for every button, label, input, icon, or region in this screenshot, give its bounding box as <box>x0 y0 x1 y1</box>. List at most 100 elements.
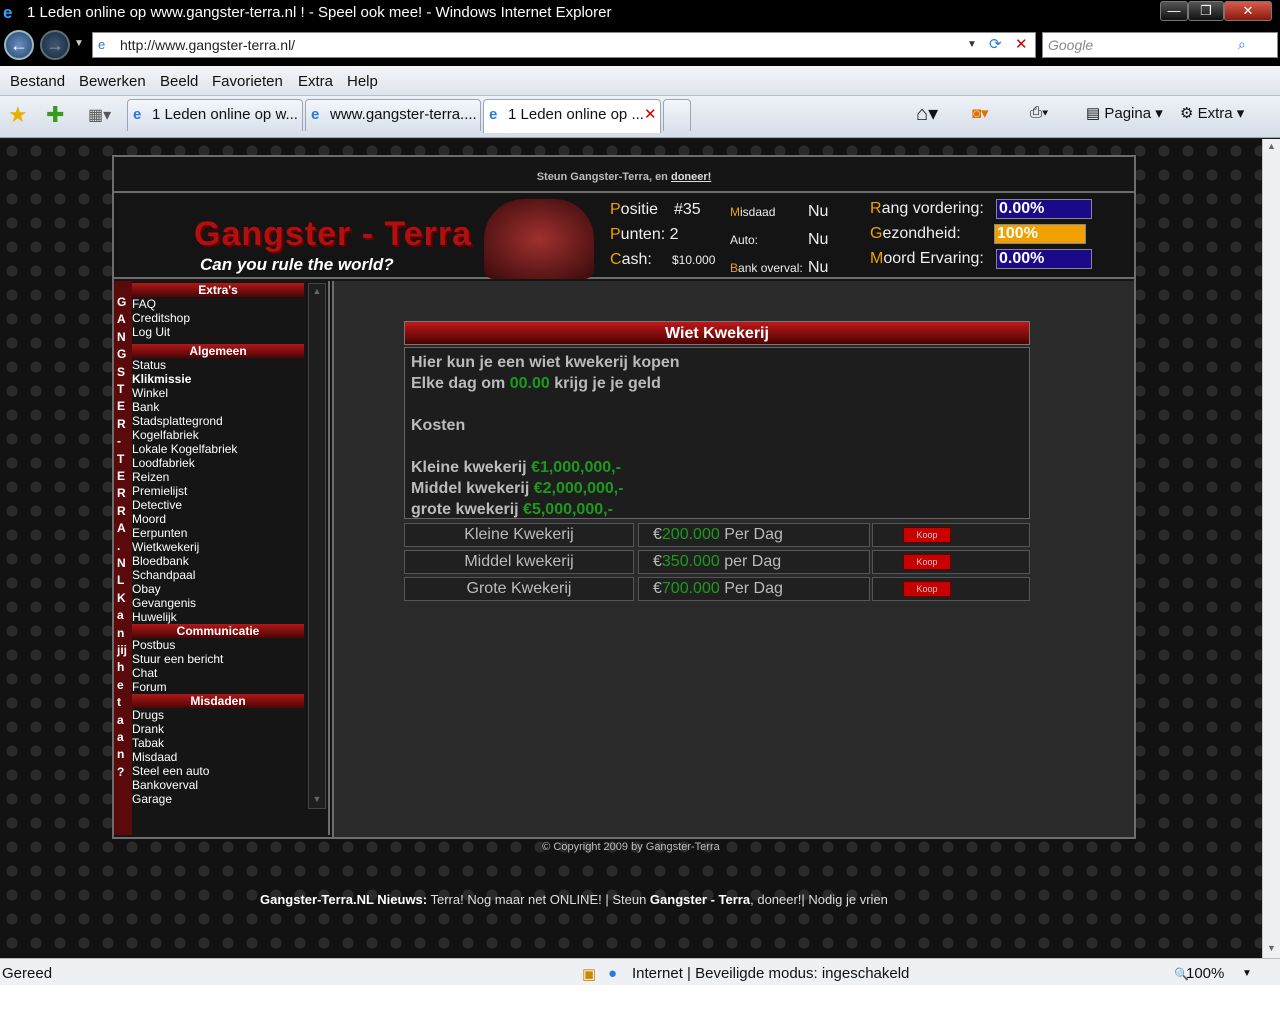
tab-3[interactable]: e 1 Leden online op ... ✕ <box>483 99 661 133</box>
sidebar-cat-misdaden: Misdaden <box>132 694 304 708</box>
tab-2-label: www.gangster-terra.... <box>330 106 477 123</box>
punten-stat: Punten: 2 <box>610 226 679 243</box>
favorites-star-icon[interactable]: ★ <box>8 102 28 128</box>
sidebar-item-log-uit[interactable]: Log Uit <box>132 325 170 339</box>
back-button[interactable]: ← <box>4 30 34 60</box>
close-tab-icon[interactable]: ✕ <box>644 100 657 130</box>
sidebar-item-wietkwekerij[interactable]: Wietkwekerij <box>132 540 199 554</box>
page-icon: e <box>98 37 106 52</box>
menu-bewerken[interactable]: Bewerken <box>79 73 146 90</box>
sidebar-item-huwelijk[interactable]: Huwelijk <box>132 610 177 624</box>
maximize-button[interactable]: ❐ <box>1188 1 1224 21</box>
sidebar-item-status[interactable]: Status <box>132 358 166 372</box>
refresh-icon[interactable]: ⟳ <box>989 35 1002 53</box>
sidebar-item-premielijst[interactable]: Premielijst <box>132 484 187 498</box>
sidebar-item-loodfabriek[interactable]: Loodfabriek <box>132 456 195 470</box>
sidebar-item-gevangenis[interactable]: Gevangenis <box>132 596 196 610</box>
sidebar-item-stadsplattegrond[interactable]: Stadsplattegrond <box>132 414 223 428</box>
scroll-down-icon[interactable]: ▼ <box>1267 943 1276 953</box>
sidebar-item-klikmissie[interactable]: Klikmissie <box>132 372 191 386</box>
sidebar-item-drugs[interactable]: Drugs <box>132 708 164 722</box>
sidebar-item-winkel[interactable]: Winkel <box>132 386 168 400</box>
sidebar-item-schandpaal[interactable]: Schandpaal <box>132 568 195 582</box>
cost-middel: Middel kwekerij €2,000,000,- <box>411 480 624 497</box>
cash-stat: Cash: <box>610 251 652 268</box>
menu-extra[interactable]: Extra <box>298 73 333 90</box>
sidebar-item-moord[interactable]: Moord <box>132 512 166 526</box>
pagina-menu[interactable]: ▤ Pagina ▾ <box>1086 104 1163 122</box>
sidebar-item-forum[interactable]: Forum <box>132 680 167 694</box>
close-button[interactable]: ✕ <box>1224 1 1272 21</box>
sidebar-item-eerpunten[interactable]: Eerpunten <box>132 526 187 540</box>
menu-beeld[interactable]: Beeld <box>160 73 198 90</box>
address-dropdown-icon[interactable]: ▼ <box>967 39 977 50</box>
koop-button[interactable]: Koop <box>903 581 951 597</box>
forward-button[interactable]: → <box>40 30 70 60</box>
strip-letter: a <box>117 712 124 727</box>
add-favorite-icon[interactable]: ✚ <box>46 102 64 128</box>
address-bar[interactable]: e http://www.gangster-terra.nl/ ▼ ⟳ ✕ <box>92 32 1036 58</box>
print-icon[interactable]: ⎙▾ <box>1030 104 1048 121</box>
sidebar-item-lokale-kogelfabriek[interactable]: Lokale Kogelfabriek <box>132 442 237 456</box>
moord-bar: 0.00% <box>996 249 1092 269</box>
sidebar-item-garage[interactable]: Garage <box>132 792 172 806</box>
koop-button[interactable]: Koop <box>903 527 951 543</box>
cost-grote: grote kwekerij €5,000,000,- <box>411 501 613 518</box>
sidebar-item-tabak[interactable]: Tabak <box>132 736 164 750</box>
sidebar-item-chat[interactable]: Chat <box>132 666 157 680</box>
site-logo[interactable]: Gangster - Terra <box>194 215 472 254</box>
zone-text: Internet | Beveiligde modus: ingeschakel… <box>632 965 910 982</box>
zoom-level[interactable]: 100% <box>1186 965 1224 982</box>
bank-stat: Bank overval: <box>730 261 803 275</box>
scroll-up-icon[interactable]: ▲ <box>310 284 324 298</box>
tab-2[interactable]: e www.gangster-terra.... <box>305 99 481 131</box>
kwekerij-name: Kleine Kwekerij <box>404 523 634 547</box>
strip-letter: n <box>117 625 125 640</box>
url-text[interactable]: http://www.gangster-terra.nl/ <box>120 33 295 57</box>
tab-1[interactable]: e 1 Leden online op w... <box>127 99 303 131</box>
sidebar-item-bank[interactable]: Bank <box>132 400 159 414</box>
home-icon[interactable]: ⌂▾ <box>916 101 938 126</box>
sidebar-item-reizen[interactable]: Reizen <box>132 470 169 484</box>
menu-favorieten[interactable]: Favorieten <box>212 73 283 90</box>
sidebar-scrollbar[interactable]: ▲ ▼ <box>308 283 326 809</box>
status-bar: Gereed ▣ ● Internet | Beveiligde modus: … <box>0 958 1280 985</box>
sidebar-item-stuur-een-bericht[interactable]: Stuur een bericht <box>132 652 223 666</box>
sidebar-item-detective[interactable]: Detective <box>132 498 182 512</box>
quick-tabs-icon[interactable]: ▦▾ <box>88 105 111 125</box>
donate-link[interactable]: doneer! <box>671 171 711 183</box>
main-content: Wiet Kwekerij Hier kun je een wiet kweke… <box>332 281 1134 837</box>
sidebar-item-drank[interactable]: Drank <box>132 722 164 736</box>
search-icon[interactable]: ⌕ <box>1238 36 1246 53</box>
strip-letter: E <box>117 399 126 414</box>
kwekerij-income: €350.000 per Dag <box>638 550 870 574</box>
sidebar-item-obay[interactable]: Obay <box>132 582 161 596</box>
new-tab[interactable] <box>663 99 691 131</box>
scroll-down-icon[interactable]: ▼ <box>310 792 324 806</box>
menu-bestand[interactable]: Bestand <box>10 73 65 90</box>
zoom-dropdown-icon[interactable]: ▼ <box>1242 968 1252 979</box>
auto-value: Nu <box>808 231 829 248</box>
menu-help[interactable]: Help <box>347 73 378 90</box>
rss-icon[interactable]: ◙▾ <box>972 104 989 122</box>
koop-button[interactable]: Koop <box>903 554 951 570</box>
sidebar-item-creditshop[interactable]: Creditshop <box>132 311 190 325</box>
sidebar-item-misdaad[interactable]: Misdaad <box>132 750 177 764</box>
kwekerij-name: Grote Kwekerij <box>404 577 634 601</box>
status-text: Gereed <box>2 965 53 982</box>
sidebar-item-faq[interactable]: FAQ <box>132 297 156 311</box>
sidebar-item-postbus[interactable]: Postbus <box>132 638 175 652</box>
minimize-button[interactable]: — <box>1160 1 1188 21</box>
strip-letter: N <box>117 329 126 344</box>
sidebar-item-bankoverval[interactable]: Bankoverval <box>132 778 198 792</box>
sidebar-item-bloedbank[interactable]: Bloedbank <box>132 554 189 568</box>
sidebar-item-steel-een-auto[interactable]: Steel een auto <box>132 764 209 778</box>
strip-letter: a <box>117 730 124 744</box>
history-dropdown-icon[interactable]: ▼ <box>74 38 84 49</box>
page-scrollbar[interactable]: ▲ ▼ <box>1262 139 1280 958</box>
stop-icon[interactable]: ✕ <box>1015 35 1028 53</box>
auto-stat: Auto: <box>730 233 759 247</box>
sidebar-item-kogelfabriek[interactable]: Kogelfabriek <box>132 428 199 442</box>
extra-menu[interactable]: ⚙ Extra ▾ <box>1180 104 1244 122</box>
scroll-up-icon[interactable]: ▲ <box>1267 141 1276 151</box>
